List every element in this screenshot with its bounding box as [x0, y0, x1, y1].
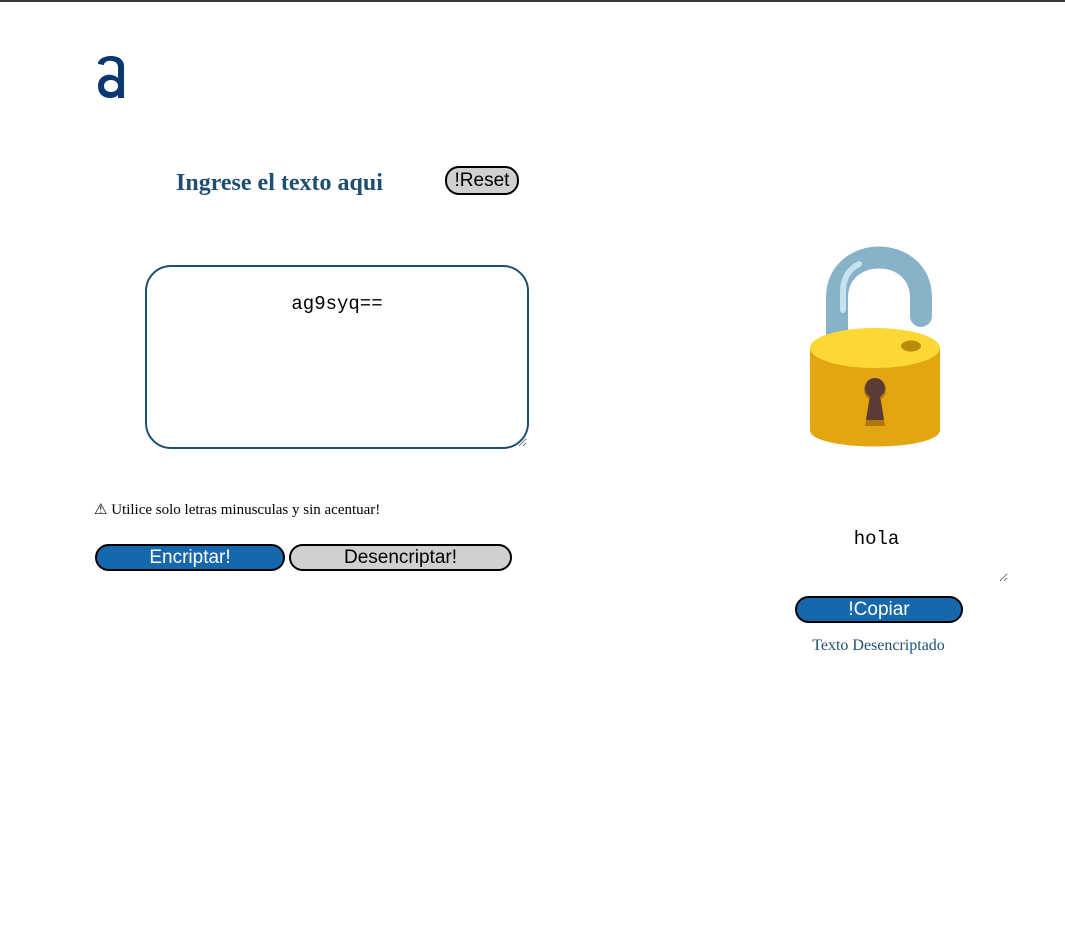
reset-button[interactable]: !Reset — [445, 166, 519, 195]
alura-a-logo-icon — [98, 56, 124, 99]
decrypt-button[interactable]: Desencriptar! — [289, 544, 512, 571]
copy-button[interactable]: !Copiar — [795, 596, 963, 623]
output-text[interactable]: hola — [745, 520, 1008, 582]
output-status-label: Texto Desencriptado — [812, 637, 945, 654]
top-border — [0, 0, 1065, 2]
page-title: Ingrese el texto aqui — [176, 170, 383, 196]
text-input[interactable]: ag9syq== — [145, 265, 529, 449]
warning-message: ⚠ Utilice solo letras minusculas y sin a… — [94, 502, 381, 518]
open-padlock-icon — [810, 246, 940, 447]
encrypt-button[interactable]: Encriptar! — [95, 544, 285, 571]
